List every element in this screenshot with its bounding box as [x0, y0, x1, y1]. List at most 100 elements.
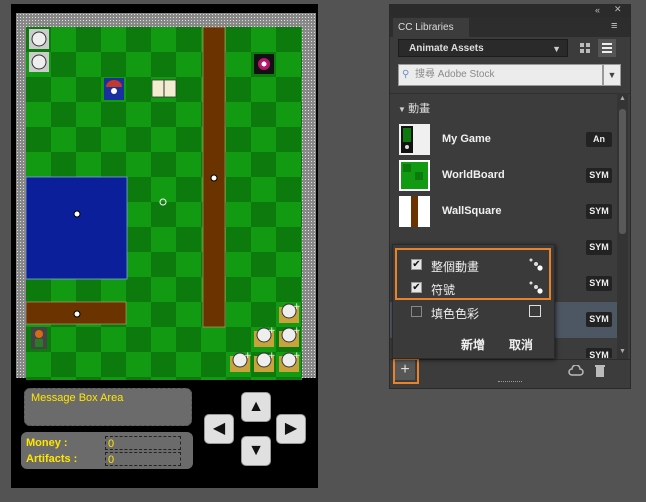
svg-text:+: +	[268, 326, 276, 336]
board-tile	[251, 277, 276, 302]
board-tile	[126, 152, 151, 177]
fill-color-swatch[interactable]	[529, 305, 541, 317]
creative-cloud-icon[interactable]	[568, 365, 584, 377]
board-tile	[276, 152, 301, 177]
asset-row[interactable]: WorldBoard SYM	[390, 158, 618, 194]
board-tile	[26, 152, 51, 177]
board-tile	[251, 127, 276, 152]
board-tile	[51, 27, 76, 52]
library-select[interactable]: Animate Assets ▼	[398, 39, 568, 57]
treasure-chest-icon	[104, 78, 124, 100]
water-area	[26, 176, 128, 280]
board-tile	[151, 377, 176, 380]
board-tile	[201, 377, 226, 380]
board-tile	[276, 27, 301, 52]
board-tile	[126, 27, 151, 52]
board-tile	[276, 252, 301, 277]
add-button[interactable]: 新增	[461, 336, 485, 353]
board-tile	[276, 52, 301, 77]
board-tile	[26, 377, 51, 380]
board-tile	[126, 227, 151, 252]
board-tile	[251, 77, 276, 102]
board-tile	[276, 202, 301, 227]
message-box-text: Message Box Area	[31, 392, 124, 404]
scrollbar-thumb[interactable]	[619, 109, 626, 234]
board-tile	[151, 327, 176, 352]
highlight-options	[395, 248, 551, 300]
stock-search-input[interactable]: ⚲ 搜尋 Adobe Stock	[398, 64, 603, 86]
trash-icon[interactable]	[594, 364, 606, 378]
board-tile	[101, 327, 126, 352]
board-tile	[301, 352, 302, 377]
asset-name: WallSquare	[442, 205, 502, 217]
tab-cc-libraries[interactable]: CC Libraries	[393, 18, 469, 37]
grid-view-icon[interactable]	[576, 39, 594, 57]
asset-type-badge: SYM	[586, 312, 612, 327]
board-tile	[251, 377, 276, 380]
disclosure-icon: ▼	[398, 105, 409, 114]
board-tile	[301, 152, 302, 177]
list-view-icon[interactable]	[598, 39, 616, 57]
board-tile	[126, 177, 151, 202]
collapse-icon[interactable]: «	[595, 5, 600, 15]
board-tile	[51, 52, 76, 77]
board-tile	[176, 302, 201, 327]
board-tile	[76, 277, 101, 302]
panel-menu-icon[interactable]: ≡	[611, 20, 617, 32]
cancel-button[interactable]: 取消	[509, 336, 533, 353]
board-tile	[176, 27, 201, 52]
right-arrow-button[interactable]: ▶	[276, 414, 306, 444]
board-tile	[226, 252, 251, 277]
scroll-down-icon[interactable]: ▼	[619, 348, 626, 355]
asset-row[interactable]: WallSquare SYM	[390, 194, 618, 230]
resize-grip[interactable]	[498, 381, 522, 384]
board-tile	[26, 77, 51, 102]
highlight-add-button	[393, 358, 419, 384]
board-tile	[176, 277, 201, 302]
board-tile	[251, 177, 276, 202]
board-tile	[76, 152, 101, 177]
message-box: Message Box Area	[24, 388, 192, 426]
board-tile	[226, 52, 251, 77]
board-tile	[176, 377, 201, 380]
down-arrow-button[interactable]: ▼	[241, 436, 271, 466]
asset-name: WorldBoard	[442, 169, 505, 181]
world-board: + + + + + +	[26, 27, 302, 380]
board-tile	[51, 77, 76, 102]
artifacts-label: Artifacts :	[26, 453, 78, 465]
board-tile	[226, 127, 251, 152]
board-tile	[226, 377, 251, 380]
close-icon[interactable]: ✕	[614, 4, 622, 15]
board-tile	[101, 352, 126, 377]
artifacts-value: 0	[105, 452, 181, 466]
scroll-up-icon[interactable]: ▲	[619, 95, 626, 102]
board-tile	[301, 52, 302, 77]
left-arrow-button[interactable]: ◀	[204, 414, 234, 444]
svg-text:+: +	[293, 351, 301, 361]
checkbox-fill-color[interactable]	[411, 306, 422, 317]
asset-row[interactable]: My Game An	[390, 122, 618, 158]
board-tile	[301, 252, 302, 277]
board-tile	[51, 377, 76, 380]
board-tile	[76, 27, 101, 52]
board-tile	[226, 277, 251, 302]
board-tile	[251, 252, 276, 277]
board-tile	[126, 302, 151, 327]
board-tile	[101, 152, 126, 177]
board-tile	[301, 327, 302, 352]
asset-type-badge: SYM	[586, 240, 612, 255]
up-arrow-button[interactable]: ▲	[241, 392, 271, 422]
svg-text:+: +	[293, 326, 301, 336]
board-tile	[151, 177, 176, 202]
asset-type-badge: SYM	[586, 276, 612, 291]
section-header[interactable]: ▼ 動畫	[398, 100, 430, 116]
board-tile	[151, 302, 176, 327]
board-tile	[276, 277, 301, 302]
board-tile	[51, 152, 76, 177]
search-dropdown-icon[interactable]: ▼	[603, 64, 621, 86]
board-tile	[151, 277, 176, 302]
board-tile	[126, 252, 151, 277]
svg-text:+: +	[268, 351, 276, 361]
board-tile	[101, 52, 126, 77]
board-tile	[126, 352, 151, 377]
